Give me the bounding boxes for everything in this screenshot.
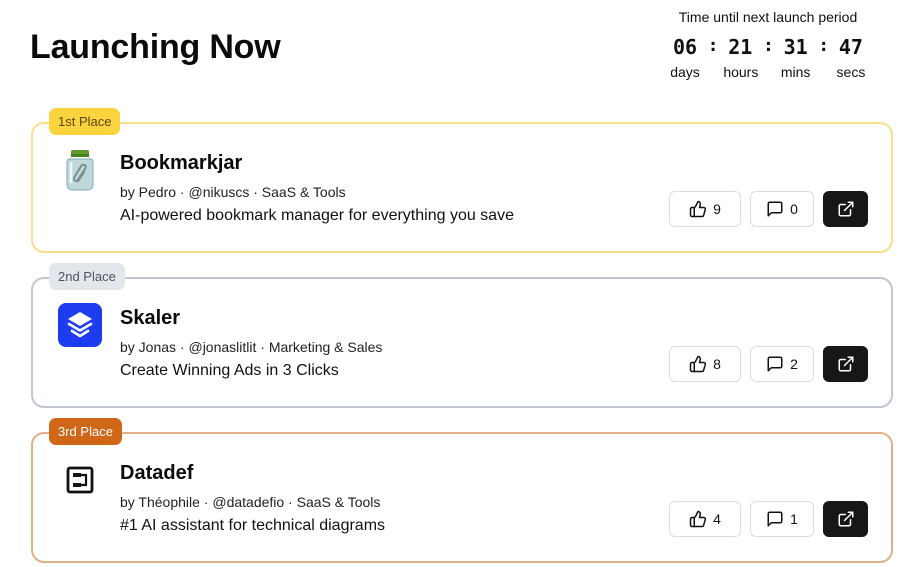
launch-card-skaler[interactable]: 2nd Place Skaler by Jonas · @jonaslitlit… [31,263,893,408]
thumbs-up-icon [689,510,707,528]
countdown-hours-value: 21 [728,35,753,59]
countdown-days-value: 06 [672,35,698,59]
external-link-icon [837,355,855,373]
launch-card-datadef[interactable]: 3rd Place Datadef by Théophile · @datade… [31,418,893,563]
countdown-mins-value: 31 [783,35,808,59]
countdown-separator: : [818,35,830,56]
layers-icon [58,303,102,347]
product-description: AI-powered bookmark manager for everythi… [120,207,514,224]
vote-count: 9 [713,201,721,217]
comment-count: 2 [790,356,798,372]
upvote-button[interactable]: 4 [669,501,741,537]
countdown-row: 06 days : 21 hours : 31 mins : 47 secs [668,35,868,80]
countdown-days-label: days [670,64,700,80]
comment-icon [766,200,784,218]
launch-countdown: Time until next launch period 06 days : … [668,8,868,80]
product-meta: by Jonas · @jonaslitlit · Marketing & Sa… [120,339,383,355]
thumbs-up-icon [689,355,707,373]
rank-badge: 2nd Place [49,263,125,290]
countdown-secs-value: 47 [838,35,863,59]
visit-website-button[interactable] [823,346,868,382]
rank-badge: 1st Place [49,108,121,135]
countdown-separator: : [762,35,774,56]
vote-count: 8 [713,356,721,372]
countdown-secs-label: secs [836,64,866,80]
product-description: #1 AI assistant for technical diagrams [120,517,386,534]
upvote-button[interactable]: 9 [669,191,741,227]
product-meta: by Théophile · @datadefio · SaaS & Tools [120,494,381,510]
product-description: Create Winning Ads in 3 Clicks [120,362,339,379]
vote-count: 4 [713,511,721,527]
countdown-caption: Time until next launch period [678,9,858,25]
external-link-icon [837,200,855,218]
thumbs-up-icon [689,200,707,218]
countdown-hours: 21 hours [723,35,759,80]
countdown-separator: : [707,35,719,56]
comment-count: 1 [790,511,798,527]
visit-website-button[interactable] [823,191,868,227]
product-name[interactable]: Bookmarkjar [120,152,242,175]
countdown-mins-label: mins [780,64,811,80]
comment-icon [766,510,784,528]
comments-button[interactable]: 1 [750,501,814,537]
comment-icon [766,355,784,373]
countdown-days: 06 days [668,35,702,80]
comments-button[interactable]: 2 [750,346,814,382]
product-name[interactable]: Datadef [120,462,193,485]
upvote-button[interactable]: 8 [669,346,741,382]
page-title: Launching Now [30,28,281,66]
comment-count: 0 [790,201,798,217]
countdown-secs: 47 secs [834,35,868,80]
rank-badge: 3rd Place [49,418,122,445]
product-meta: by Pedro · @nikuscs · SaaS & Tools [120,184,346,200]
jar-icon [58,148,102,192]
countdown-hours-label: hours [723,64,759,80]
product-name[interactable]: Skaler [120,307,180,330]
countdown-mins: 31 mins [779,35,813,80]
external-link-icon [837,510,855,528]
launch-card-bookmarkjar[interactable]: 1st Place Bookmarkjar by Pedro · @nikusc… [31,108,893,253]
diagram-icon [58,458,102,502]
comments-button[interactable]: 0 [750,191,814,227]
visit-website-button[interactable] [823,501,868,537]
